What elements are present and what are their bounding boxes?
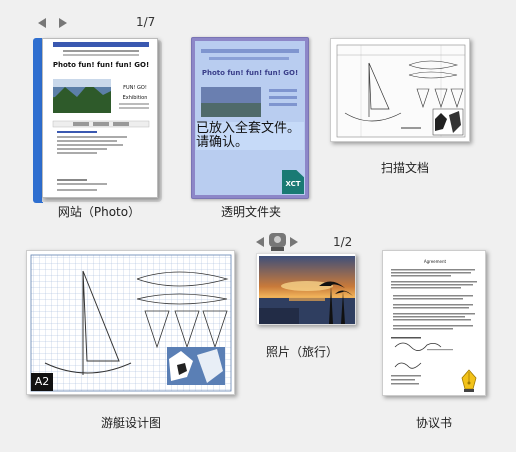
folder-headline: Photo fun! fun! fun! GO! — [202, 69, 298, 77]
fountain-pen-icon — [459, 369, 479, 393]
photo-page-counter: 1/2 — [333, 235, 353, 249]
folder-label: 透明文件夹 — [220, 205, 281, 219]
prev-photo-arrow-icon[interactable] — [256, 237, 264, 247]
website-thumbnail[interactable]: Photo fun! fun! fun! GO! FUN! GO! Exhibi… — [42, 38, 158, 198]
item-yacht[interactable]: A2 游艇设计图 — [26, 250, 238, 430]
folder-thumbnail[interactable]: Photo fun! fun! fun! GO! 已放入全套文件。请确认。 XC… — [191, 37, 309, 199]
yacht-thumbnail[interactable]: A2 — [26, 250, 235, 395]
agreement-label: 协议书 — [415, 416, 452, 430]
item-scan[interactable]: 扫描文档 — [330, 38, 480, 188]
item-folder[interactable]: Photo fun! fun! fun! GO! 已放入全套文件。请确认。 XC… — [186, 34, 316, 224]
item-photo[interactable]: 1/2 照片（旅行） — [256, 232, 360, 362]
folder-note: 已放入全套文件。请确认。 — [196, 122, 304, 150]
paper-size-badge: A2 — [31, 373, 53, 391]
website-headline: Photo fun! fun! fun! GO! — [53, 61, 149, 69]
next-page-arrow-icon[interactable] — [59, 18, 67, 28]
page-counter: 1/7 — [136, 15, 156, 29]
item-agreement[interactable]: Agreement 协议书 — [380, 248, 488, 434]
agreement-thumbnail[interactable]: Agreement — [382, 250, 486, 396]
website-label: 网站（Photo） — [57, 205, 141, 219]
agreement-title: Agreement — [424, 259, 447, 264]
clip-icon — [269, 233, 286, 247]
scan-label: 扫描文档 — [380, 161, 429, 175]
scan-thumbnail[interactable] — [330, 38, 470, 142]
next-photo-arrow-icon[interactable] — [290, 237, 298, 247]
photo-label: 照片（旅行） — [265, 345, 338, 359]
website-side-title-1: FUN! GO! — [123, 85, 147, 91]
photo-thumbnail[interactable] — [256, 253, 356, 325]
item-website[interactable]: 1/7 Photo fun! fun! fun! GO! FUN! GO! Ex… — [32, 14, 166, 224]
website-side-title-2: Exhibition — [123, 95, 148, 101]
yacht-label: 游艇设计图 — [100, 416, 161, 430]
prev-page-arrow-icon[interactable] — [38, 18, 46, 28]
